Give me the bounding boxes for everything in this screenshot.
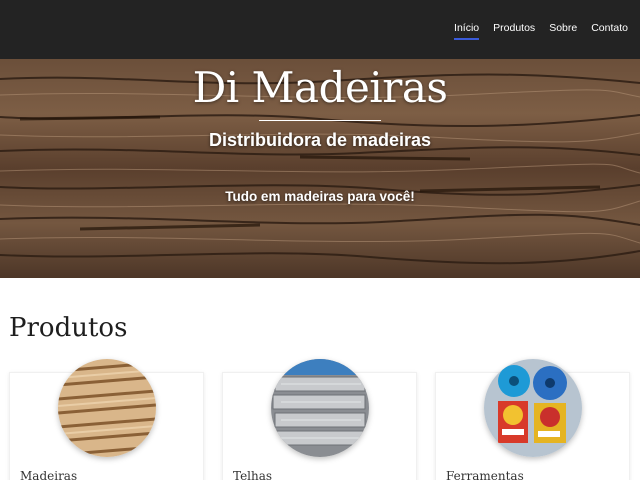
product-label: Telhas xyxy=(233,469,273,480)
product-label: Ferramentas xyxy=(446,469,524,480)
hero-divider xyxy=(259,120,381,121)
lumber-stack-image xyxy=(58,359,156,457)
hero-subtitle: Distribuidora de madeiras xyxy=(208,130,432,150)
hero-title: Di Madeiras xyxy=(192,63,448,112)
nav-link-inicio[interactable]: Início xyxy=(454,22,480,40)
product-card-ferramentas[interactable]: Ferramentas xyxy=(435,359,630,480)
top-navbar: Início Produtos Sobre Contato xyxy=(0,0,640,59)
product-label: Madeiras xyxy=(20,469,78,480)
roof-tiles-image xyxy=(271,359,369,457)
product-card-madeiras[interactable]: Madeiras xyxy=(9,359,204,480)
nav-menu: Início Produtos Sobre Contato xyxy=(454,22,628,40)
nav-link-contato[interactable]: Contato xyxy=(591,22,628,40)
saw-blades-image xyxy=(484,359,582,457)
nav-link-sobre[interactable]: Sobre xyxy=(549,22,577,40)
hero-tagline: Tudo em madeiras para você! xyxy=(225,189,415,204)
nav-link-produtos[interactable]: Produtos xyxy=(493,22,535,40)
products-section-title: Produtos xyxy=(9,313,128,343)
hero-banner: Di Madeiras Distribuidora de madeiras Tu… xyxy=(0,59,640,278)
product-card-telhas[interactable]: Telhas xyxy=(222,359,417,480)
